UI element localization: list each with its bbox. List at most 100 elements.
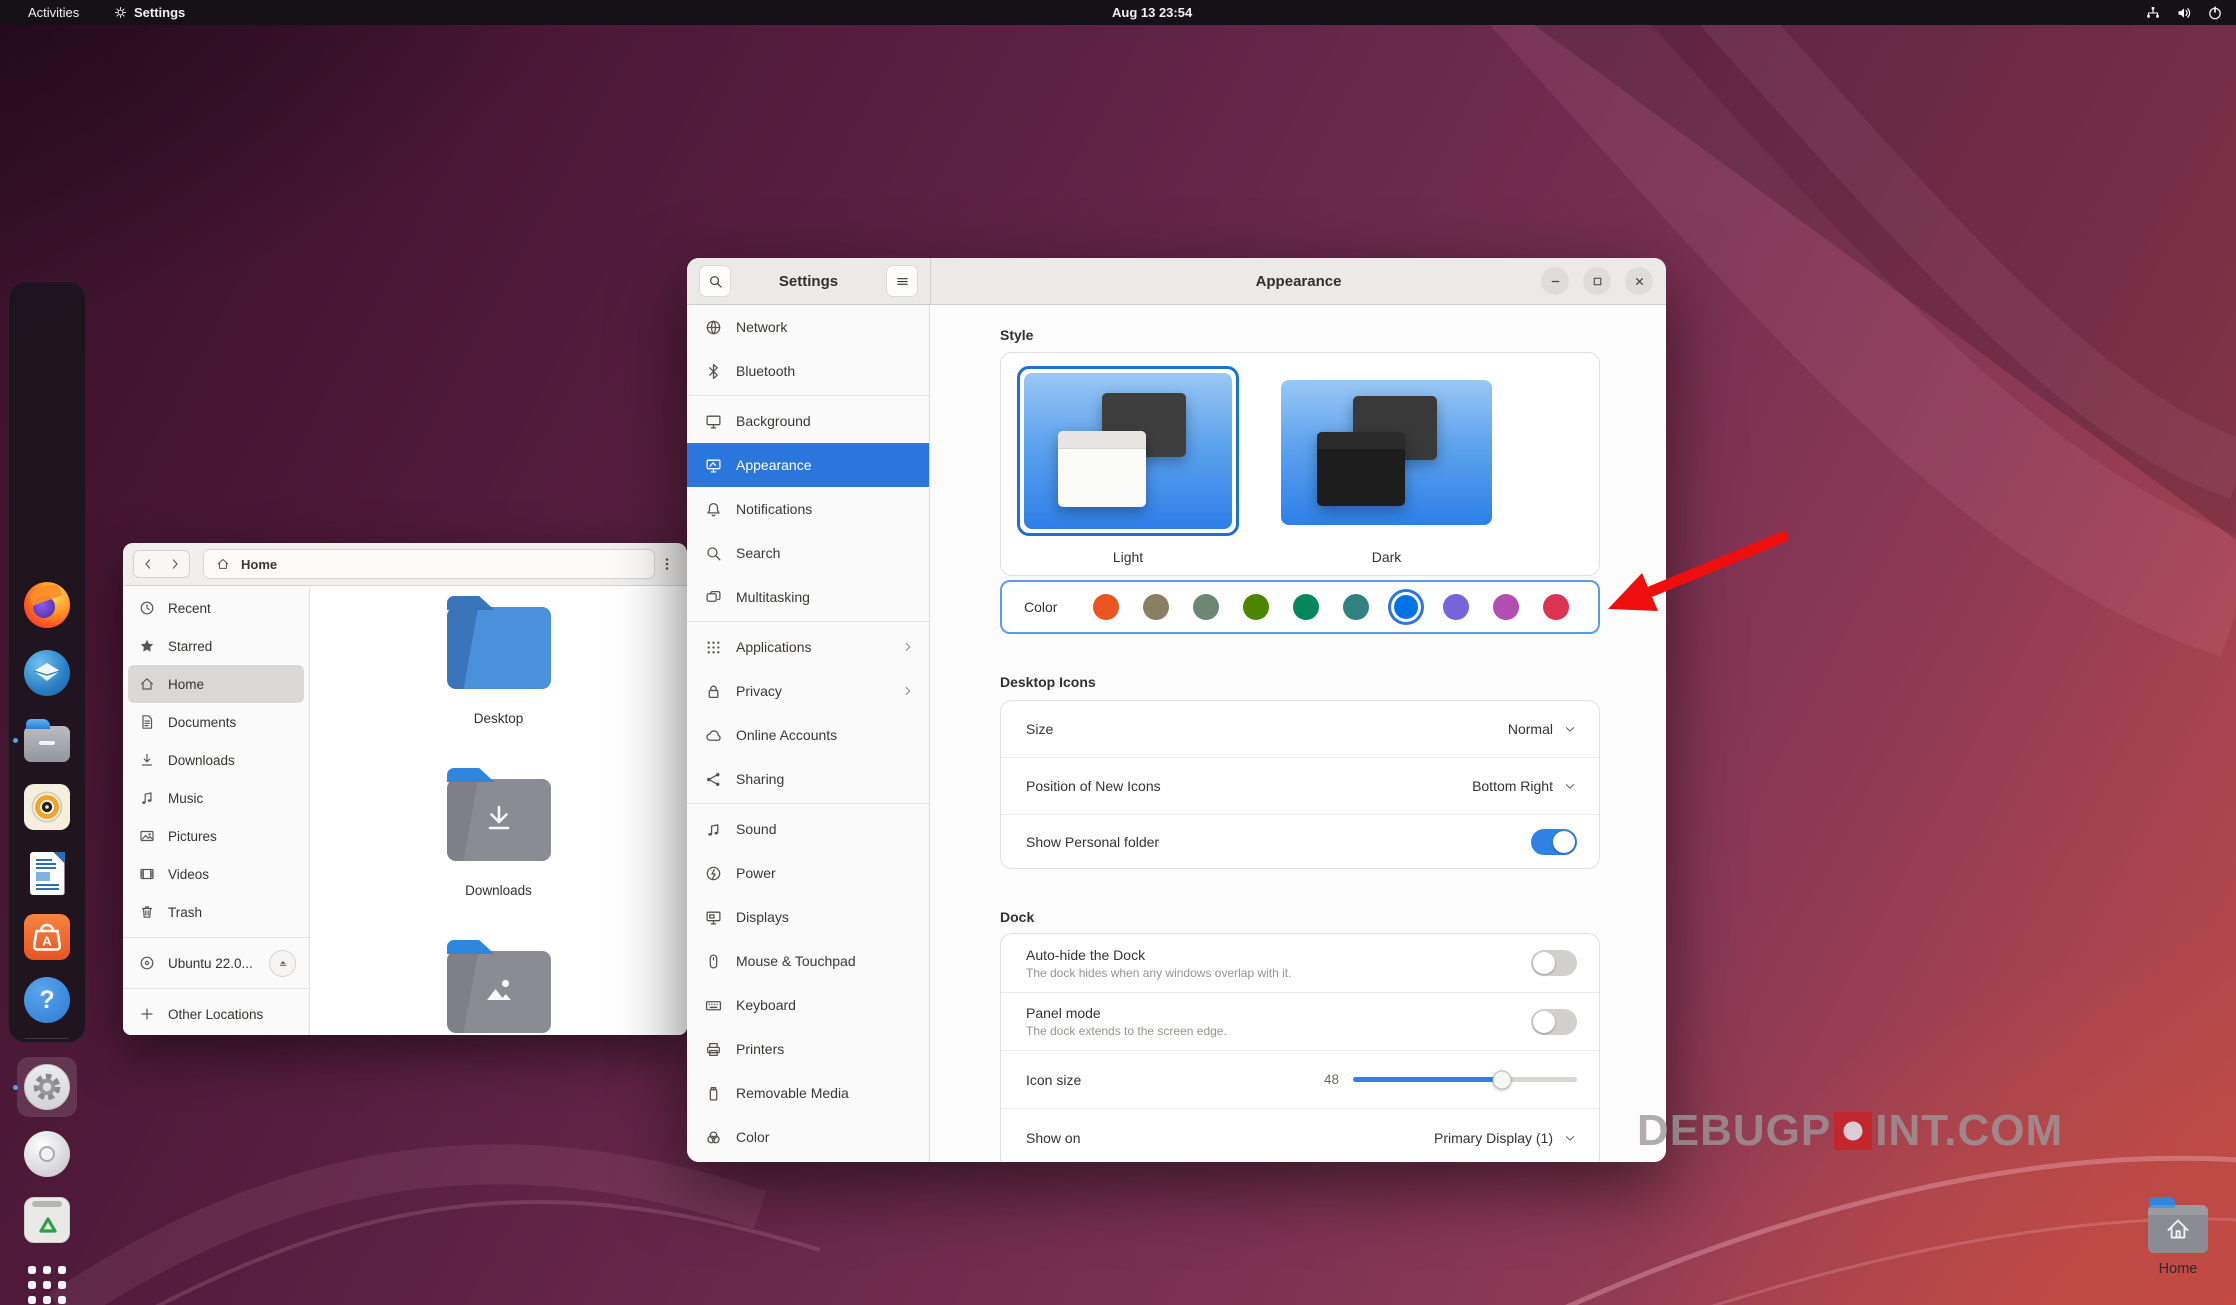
accent-swatch-4[interactable] [1293,594,1320,620]
style-card: Light Dark [1000,352,1600,576]
files-sidebar-item-downloads[interactable]: Downloads [128,741,304,779]
sidebar-item-search[interactable]: Search [687,531,929,575]
dropdown-value[interactable]: Primary Display (1) [1434,1130,1553,1146]
toggle-switch[interactable] [1531,950,1577,976]
forward-button[interactable] [161,550,190,578]
network-icon[interactable] [2145,5,2161,21]
folder-item-downloads[interactable]: Downloads [446,768,551,898]
minimize-button[interactable] [1541,267,1569,295]
sidebar-item-appearance[interactable]: Appearance [687,443,929,487]
color-label: Color [1024,599,1058,615]
path-bar[interactable]: Home [203,549,655,579]
close-button[interactable] [1625,267,1653,295]
dock-item-disc-icon[interactable] [20,1127,74,1181]
menu-kebab-button[interactable] [653,550,681,578]
accent-swatch-6[interactable] [1394,595,1419,619]
sidebar-item-notifications[interactable]: Notifications [687,487,929,531]
home-icon [139,676,156,692]
chevron-down-icon[interactable] [1563,1131,1577,1145]
dock-item-help-icon[interactable]: ? [20,973,74,1027]
accent-swatch-8[interactable] [1493,594,1520,620]
sidebar-item-mouse-touchpad[interactable]: Mouse & Touchpad [687,939,929,983]
sidebar-item-removable-media[interactable]: Removable Media [687,1071,929,1115]
settings-window: Settings Appearance Network Bluetooth Back… [687,258,1666,1162]
row-label: Size [1026,721,1054,738]
accent-swatch-7[interactable] [1443,594,1470,620]
maximize-button[interactable] [1583,267,1611,295]
search-button[interactable] [699,265,731,297]
dock-item-files-icon[interactable] [20,713,74,767]
sidebar-item-privacy[interactable]: Privacy [687,669,929,713]
dock-item-app-grid-icon[interactable] [20,1258,74,1305]
accent-swatch-5[interactable] [1343,594,1370,620]
sidebar-item-displays[interactable]: Displays [687,895,929,939]
sidebar-item-printers[interactable]: Printers [687,1027,929,1071]
accent-swatch-0[interactable] [1093,594,1120,620]
dropdown-value[interactable]: Normal [1508,721,1553,737]
accent-swatch-2[interactable] [1193,594,1220,620]
settings-row-auto-hide-the-dock: Auto-hide the Dock The dock hides when an… [1001,934,1599,992]
style-option-light[interactable] [1017,366,1239,536]
dock-item-ubuntu-software-icon[interactable]: A [20,910,74,964]
sidebar-item-bluetooth[interactable]: Bluetooth [687,349,929,393]
sidebar-item-applications[interactable]: Applications [687,625,929,669]
back-button[interactable] [133,550,162,578]
removable-media-icon [705,1085,722,1102]
dock-item-firefox-icon[interactable] [20,578,74,632]
toggle-switch[interactable] [1531,1008,1577,1035]
files-sidebar-item-ubuntu-22-0[interactable]: Ubuntu 22.0... [128,944,304,982]
icon-size-slider[interactable] [1353,1070,1577,1089]
sidebar-item-sharing[interactable]: Sharing [687,757,929,801]
files-sidebar-item-trash[interactable]: Trash [128,893,304,931]
power-icon[interactable] [2207,5,2223,21]
toggle-switch[interactable] [1531,829,1577,856]
sidebar-item-background[interactable]: Background [687,399,929,443]
focused-app-menu[interactable]: Settings [114,0,185,25]
system-tray[interactable] [2145,0,2223,25]
chevron-down-icon[interactable] [1563,779,1577,793]
dropdown-value[interactable]: Bottom Right [1472,778,1553,794]
files-sidebar-item-music[interactable]: Music [128,779,304,817]
sidebar-item-keyboard[interactable]: Keyboard [687,983,929,1027]
files-sidebar-item-documents[interactable]: Documents [128,703,304,741]
sidebar-item-label: Bluetooth [736,363,796,379]
style-option-dark[interactable] [1281,380,1492,525]
files-sidebar-item-home[interactable]: Home [128,665,304,703]
files-sidebar-item-starred[interactable]: Starred [128,627,304,665]
folder-item-clipped[interactable] [446,940,551,1033]
sidebar-item-power[interactable]: Power [687,851,929,895]
dock-item-thunderbird-icon[interactable] [20,646,74,700]
dock-item-libreoffice-writer-icon[interactable] [20,846,74,900]
files-sidebar-item-pictures[interactable]: Pictures [128,817,304,855]
slider-knob[interactable] [1492,1070,1512,1089]
sidebar-item-color[interactable]: Color [687,1115,929,1159]
sidebar-item-multitasking[interactable]: Multitasking [687,575,929,619]
chevron-down-icon[interactable] [1563,722,1577,736]
files-sidebar-item-recent[interactable]: Recent [128,589,304,627]
desktop-home-icon[interactable]: Home [2141,1196,2215,1277]
sidebar-item-label: Color [736,1129,770,1145]
files-sidebar-item-videos[interactable]: Videos [128,855,304,893]
hamburger-menu-button[interactable] [886,265,918,297]
sidebar-item-online-accounts[interactable]: Online Accounts [687,713,929,757]
files-sidebar-item-other-locations[interactable]: Other Locations [128,995,304,1033]
files-sidebar: Recent Starred Home Documents Downloads Music… [123,586,310,1035]
sidebar-item-label: Online Accounts [736,727,838,743]
accent-swatch-3[interactable] [1243,594,1270,620]
running-indicator-dot [13,737,18,743]
dock-item-trash-icon[interactable] [20,1193,74,1247]
folder-label: Desktop [473,711,524,726]
accent-swatch-9[interactable] [1543,594,1570,620]
accent-swatch-1[interactable] [1143,594,1170,620]
eject-button[interactable] [269,949,296,977]
clock[interactable]: Aug 13 23:54 [1112,0,1192,25]
row-label: Icon size [1026,1071,1082,1088]
dock-item-settings-icon[interactable] [20,1060,74,1114]
activities-button[interactable]: Activities [22,0,85,25]
sidebar-item-sound[interactable]: Sound [687,807,929,851]
sidebar-item-network[interactable]: Network [687,305,929,349]
volume-icon[interactable] [2176,5,2192,21]
dock-item-rhythmbox-icon[interactable] [20,780,74,834]
folder-item-desktop[interactable]: Desktop [446,596,551,726]
toggle-knob [1533,952,1555,974]
